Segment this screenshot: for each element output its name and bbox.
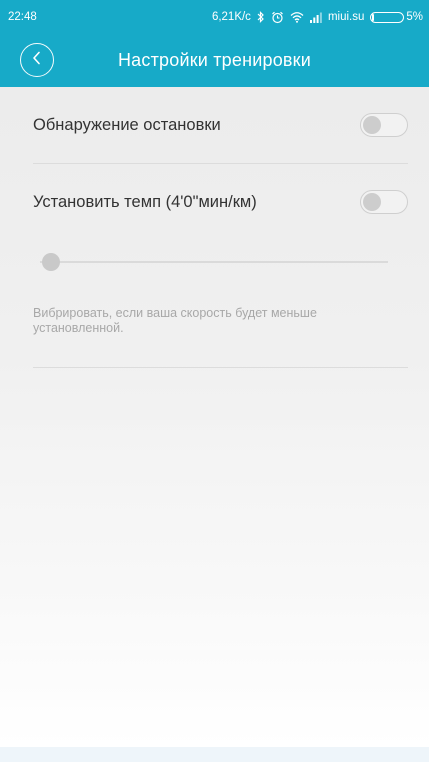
toggle-knob bbox=[363, 116, 381, 134]
signal-icon bbox=[309, 12, 322, 23]
back-button[interactable] bbox=[20, 43, 54, 77]
slider-track bbox=[40, 261, 388, 263]
wifi-icon bbox=[290, 11, 304, 23]
status-icons: 6,21K/c miui.su 5% bbox=[212, 11, 423, 24]
pace-hint-text: Вибрировать, если ваша скорость будет ме… bbox=[33, 306, 317, 335]
page-title: Настройки тренировки bbox=[117, 50, 312, 70]
divider bbox=[33, 367, 408, 368]
pace-slider[interactable] bbox=[40, 252, 388, 272]
back-icon bbox=[31, 51, 43, 70]
stop-detection-toggle[interactable] bbox=[360, 113, 408, 137]
bottom-strip bbox=[0, 747, 429, 762]
bluetooth-icon bbox=[257, 11, 265, 23]
set-pace-row[interactable]: Установить темп (4'0"мин/км) bbox=[33, 164, 408, 240]
toggle-knob bbox=[363, 193, 381, 211]
carrier-name: miui.su bbox=[327, 11, 365, 23]
slider-thumb[interactable] bbox=[42, 253, 60, 271]
status-bar: 22:48 6,21K/c miui.su 5% bbox=[0, 0, 429, 34]
alarm-icon bbox=[271, 11, 284, 24]
battery-percent: 5% bbox=[406, 11, 423, 23]
set-pace-label: Установить темп (4'0"мин/км) bbox=[33, 192, 257, 211]
set-pace-toggle[interactable] bbox=[360, 190, 408, 214]
battery-icon: 5% bbox=[370, 11, 423, 23]
app-bar: Настройки тренировки bbox=[0, 34, 429, 87]
net-speed: 6,21K/c bbox=[211, 11, 251, 23]
stop-detection-row[interactable]: Обнаружение остановки bbox=[33, 87, 408, 163]
status-time: 22:48 bbox=[8, 11, 37, 23]
stop-detection-label: Обнаружение остановки bbox=[33, 115, 221, 134]
